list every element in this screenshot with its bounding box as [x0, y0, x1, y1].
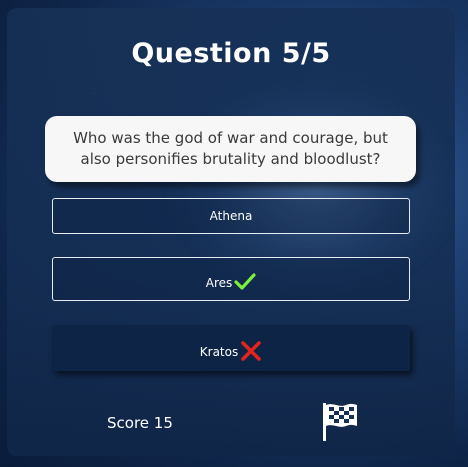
question-box: Who was the god of war and courage, but … — [45, 116, 416, 182]
answer-option-athena[interactable]: Athena — [52, 198, 410, 234]
answer-label: Athena — [209, 209, 253, 223]
question-text: Who was the god of war and courage, but … — [73, 129, 388, 168]
check-icon — [234, 272, 256, 294]
answer-label: Kratos — [199, 345, 239, 359]
answer-option-kratos[interactable]: Kratos — [52, 325, 410, 371]
quiz-card: Question 5/5 Who was the god of war and … — [7, 8, 455, 456]
answer-label: Ares — [205, 276, 233, 290]
score-label: Score 15 — [107, 414, 173, 432]
checkered-flag-icon[interactable] — [321, 401, 359, 443]
cross-icon — [240, 340, 262, 365]
answer-option-ares[interactable]: Ares — [52, 257, 410, 301]
question-counter-title: Question 5/5 — [131, 38, 331, 69]
